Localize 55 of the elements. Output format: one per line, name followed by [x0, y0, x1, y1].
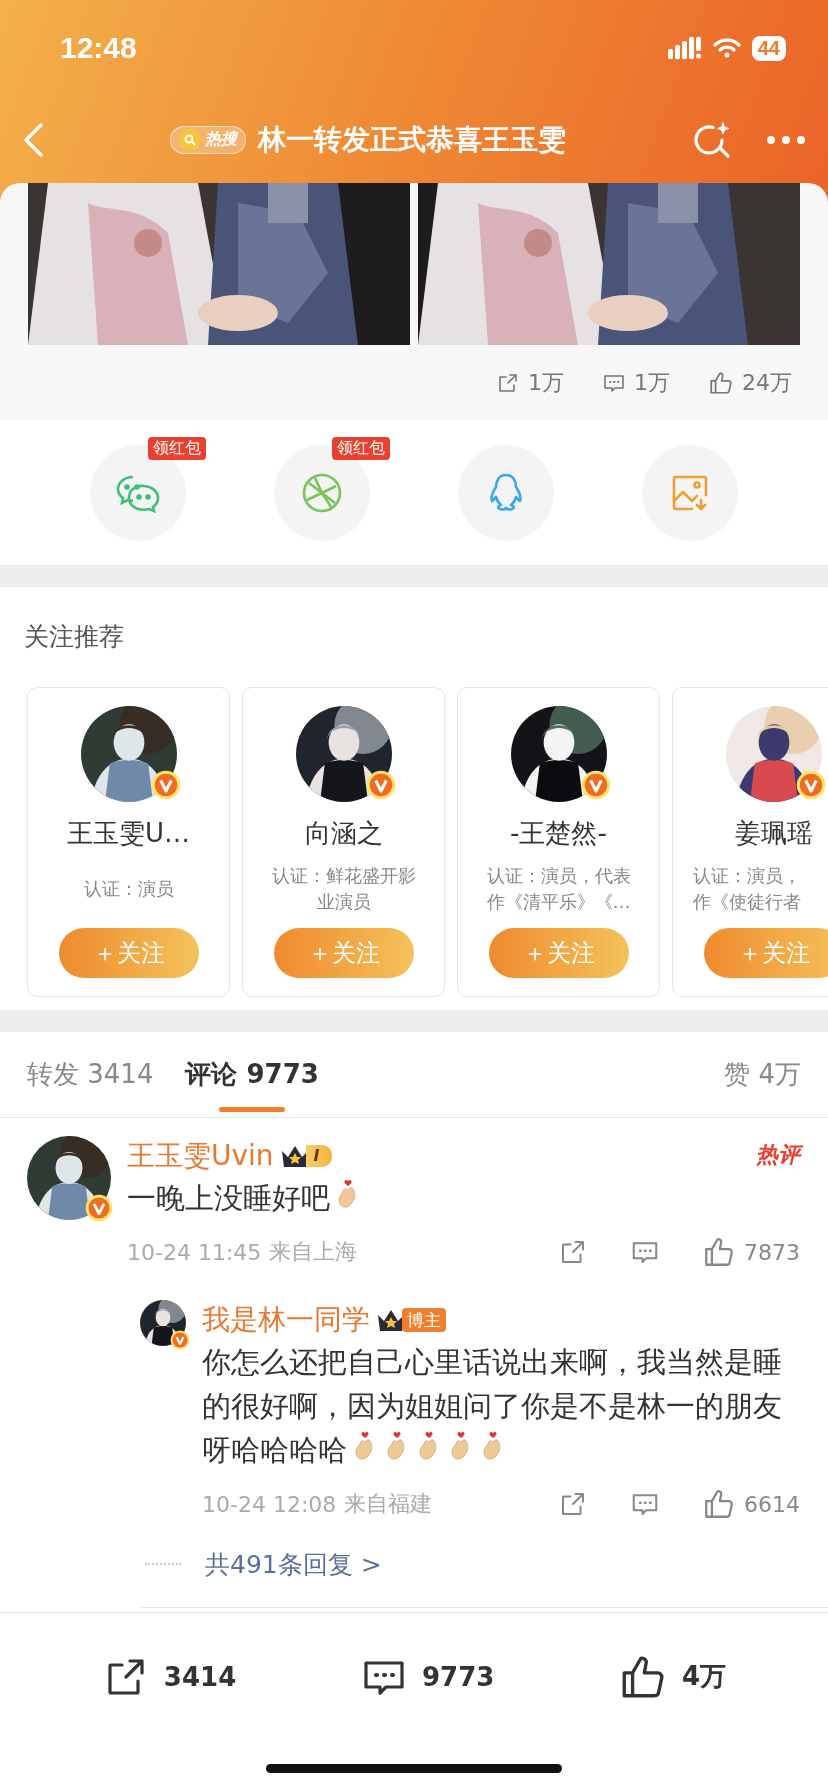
reward-badge: 领红包	[148, 436, 206, 460]
verified-badge-icon	[85, 1194, 113, 1222]
commenter-name[interactable]: 我是林一同学	[202, 1301, 370, 1339]
tab[interactable]: 评论 9773	[185, 1031, 319, 1118]
like-count: 7873	[744, 1239, 800, 1265]
comment-location: 来自福建	[344, 1490, 433, 1518]
user-card[interactable]: -王楚然- 认证：演员，代表 作《清平乐》《… ＋关注	[457, 687, 660, 997]
comment-location: 来自上海	[269, 1238, 358, 1266]
comment-button[interactable]: 1万	[602, 367, 670, 398]
certification-text: 认证：演员， 作《使徒行者	[692, 864, 801, 914]
page-title: 林一转发正式恭喜王玉雯	[258, 121, 566, 158]
certification-text: 认证：演员，代表 作《清平乐》《…	[486, 864, 631, 914]
like-count: 6614	[744, 1491, 800, 1517]
certification-text: 认证：鲜花盛开影 业演员	[271, 864, 416, 914]
comment-time: 10-24 12:08	[202, 1491, 337, 1517]
battery-level: 44	[751, 35, 786, 61]
user-name: -王楚然-	[510, 817, 607, 850]
like-button[interactable]: 24万	[708, 367, 792, 398]
member-badge: I	[279, 1143, 332, 1169]
user-card[interactable]: 王玉雯U… 认证：演员 ＋关注	[27, 687, 230, 997]
aperture-icon	[301, 471, 343, 514]
thumbs-up-icon[interactable]	[702, 1487, 736, 1521]
comment-button[interactable]: 9773	[353, 1651, 501, 1702]
repost-button[interactable]: 3414	[95, 1651, 243, 1702]
thumbs-up-icon[interactable]	[708, 369, 734, 396]
repost-button[interactable]: 1万	[496, 367, 564, 398]
comment-text: 一晚上没睡好吧	[127, 1176, 800, 1220]
wifi-icon	[711, 37, 742, 59]
comment-time: 10-24 11:45	[127, 1239, 262, 1265]
user-card[interactable]: 向涵之 认证：鲜花盛开影 业演员 ＋关注	[242, 687, 445, 997]
verified-badge-icon	[580, 770, 611, 800]
verified-badge-icon	[365, 770, 396, 800]
tab[interactable]: 转发 3414	[27, 1031, 154, 1118]
user-name: 王玉雯U…	[67, 817, 190, 850]
section-title: 关注推荐	[23, 621, 125, 653]
search-icon[interactable]	[692, 119, 732, 160]
thumbs-up-icon[interactable]	[702, 1235, 736, 1269]
user-name: 向涵之	[304, 817, 383, 850]
reply-text: 你怎么还把自己心里话说出来啊，我当然是睡的很好啊，因为姐姐问了你是不是林一的朋友呀哈哈哈哈	[202, 1344, 783, 1469]
more-icon[interactable]	[766, 134, 806, 145]
back-icon[interactable]	[22, 121, 44, 158]
reward-badge: 领红包	[332, 436, 390, 460]
commenter-name[interactable]: 王玉雯Uvin	[127, 1137, 274, 1175]
verified-badge-icon	[170, 1330, 190, 1350]
tab[interactable]: 赞 4万	[724, 1031, 801, 1118]
user-name: 姜珮瑶	[734, 817, 813, 850]
penguin-icon	[488, 471, 524, 514]
hot-search-badge: 热搜	[170, 125, 246, 154]
user-card[interactable]: 姜珮瑶 认证：演员， 作《使徒行者 ＋关注	[672, 687, 828, 997]
like-button[interactable]: 4万	[612, 1650, 733, 1703]
certification-text: 认证：演员	[83, 877, 174, 901]
more-replies-link[interactable]: 共491条回复 >	[205, 1547, 382, 1581]
signal-icon	[667, 37, 702, 59]
status-time: 12:48	[60, 31, 137, 65]
verified-badge-icon	[150, 770, 181, 800]
